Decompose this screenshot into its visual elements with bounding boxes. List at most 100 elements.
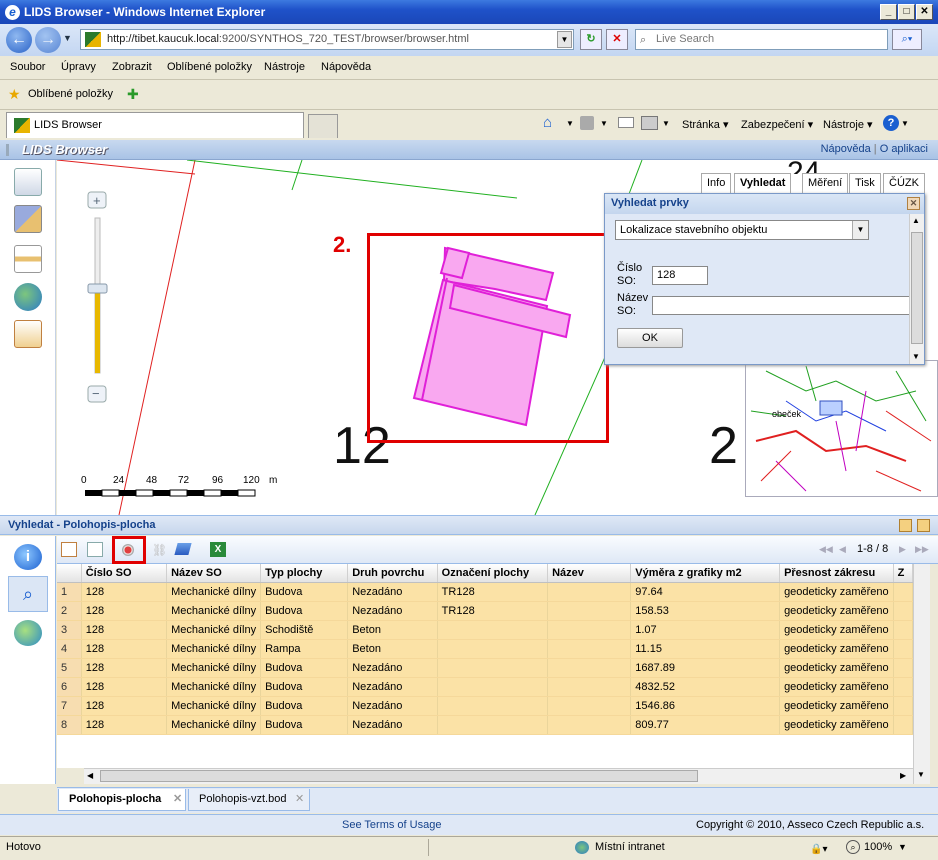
next-page-icon[interactable]: ▶ [899, 544, 906, 555]
column-header[interactable]: Označení plochy [437, 564, 549, 583]
grid-scroll-left-icon[interactable]: ◀ [87, 771, 93, 780]
forward-button[interactable]: → [35, 27, 61, 53]
help-dropdown-icon[interactable]: ▼ [901, 119, 909, 128]
ok-button[interactable]: OK [617, 328, 683, 348]
mail-icon[interactable] [618, 117, 634, 128]
world-tool-icon[interactable] [14, 620, 42, 646]
edit-tool-icon[interactable] [14, 205, 42, 233]
scroll-down-icon[interactable]: ▼ [912, 352, 920, 361]
detail-view-icon[interactable] [87, 542, 103, 557]
panel-maximize-icon[interactable] [917, 519, 930, 532]
dialog-close-icon[interactable]: ✕ [907, 197, 920, 210]
refresh-icon[interactable]: ↻ [580, 29, 602, 50]
print-icon[interactable] [641, 116, 658, 130]
result-tab-vztbod[interactable]: Polohopis-vzt.bod ✕ [188, 789, 310, 811]
scroll-up-icon[interactable]: ▲ [912, 216, 920, 225]
column-header[interactable]: Číslo SO [81, 564, 168, 583]
table-row[interactable]: 2 128 Mechanické dílny Budova Nezadáno TR128 1… [57, 601, 913, 621]
zoom-level[interactable]: 100% [864, 837, 892, 857]
close-tab-icon[interactable]: ✕ [295, 789, 304, 809]
dialog-scrollbar[interactable]: ▲ ▼ [909, 214, 924, 364]
minimize-button[interactable]: _ [880, 4, 897, 20]
layers-icon[interactable] [14, 168, 42, 196]
tab-mereni[interactable]: Měření [802, 173, 849, 194]
zoom-icon[interactable]: ⌕ [846, 840, 860, 854]
nazev-so-input[interactable] [652, 296, 910, 315]
help-icon[interactable]: ? [883, 115, 899, 131]
home-dropdown-icon[interactable]: ▼ [566, 119, 574, 128]
tab-vyhledat[interactable]: Vyhledat [734, 173, 792, 194]
favorites-label[interactable]: Oblíbené položky [28, 88, 113, 100]
print-tool-icon[interactable] [14, 245, 42, 273]
table-row[interactable]: 1 128 Mechanické dílny Budova Nezadáno TR128 9… [57, 582, 913, 602]
page-menu[interactable]: Stránka ▾ [682, 118, 729, 131]
column-header[interactable]: Druh povrchu [347, 564, 438, 583]
grid-scroll-right-icon[interactable]: ▶ [900, 771, 906, 780]
tab-tisk[interactable]: Tisk [849, 173, 881, 194]
close-window-button[interactable]: ✕ [916, 4, 933, 20]
back-button[interactable]: ← [6, 27, 32, 53]
excel-export-icon[interactable]: X [210, 542, 226, 557]
cislo-so-input[interactable]: 128 [652, 266, 708, 285]
checklist-tool-icon[interactable] [14, 320, 42, 348]
feeds-dropdown-icon[interactable]: ▼ [600, 119, 608, 128]
feeds-icon[interactable] [580, 116, 594, 130]
search-input[interactable]: ⌕ Live Search [635, 29, 888, 50]
menu-napoveda[interactable]: Nápověda [321, 61, 371, 73]
column-header[interactable]: Název [547, 564, 632, 583]
menu-upravy[interactable]: Úpravy [61, 61, 96, 73]
protected-mode-icon[interactable]: 🔒▾ [810, 840, 827, 860]
search-tool-icon[interactable]: ⌕ [8, 576, 48, 612]
table-row[interactable]: 5 128 Mechanické dílny Budova Nezadáno 1687.8… [57, 658, 913, 678]
new-tab-button[interactable] [308, 114, 338, 138]
table-row[interactable]: 7 128 Mechanické dílny Budova Nezadáno 1546.8… [57, 696, 913, 716]
grid-horizontal-scrollbar[interactable]: ◀ ▶ [84, 768, 913, 784]
browser-tab-lids[interactable]: LIDS Browser [6, 112, 304, 138]
column-header[interactable] [57, 564, 82, 583]
maximize-button[interactable]: □ [898, 4, 915, 20]
search-button[interactable]: ⌕▾ [892, 29, 922, 50]
column-header[interactable]: Z [893, 564, 913, 583]
link-icon[interactable]: ⛓ [152, 543, 167, 557]
history-dropdown-icon[interactable]: ▼ [63, 33, 72, 43]
table-row[interactable]: 8 128 Mechanické dílny Budova Nezadáno 809.77… [57, 715, 913, 735]
column-header[interactable]: Název SO [166, 564, 262, 583]
grid-scroll-thumb[interactable] [100, 770, 698, 782]
first-page-icon[interactable]: ◀◀ [819, 544, 833, 555]
tools-menu[interactable]: Nástroje ▾ [823, 118, 873, 131]
table-row[interactable]: 6 128 Mechanické dílny Budova Nezadáno 4832.5… [57, 677, 913, 697]
prev-page-icon[interactable]: ◀ [839, 544, 846, 555]
favorites-star-icon[interactable]: ★ [8, 86, 21, 103]
menu-nastroje[interactable]: Nástroje [264, 61, 305, 73]
security-menu[interactable]: Zabezpečení ▾ [741, 118, 813, 131]
tab-cuzk[interactable]: ČÚZK [883, 173, 925, 194]
address-field[interactable]: http://tibet.kaucuk.local:9200/SYNTHOS_7… [80, 29, 574, 50]
stop-icon[interactable]: ✕ [606, 29, 628, 50]
column-header[interactable]: Typ plochy [260, 564, 349, 583]
results-grid[interactable]: Číslo SO Název SO Typ plochy Druh povrchu Oz… [57, 564, 913, 768]
table-row[interactable]: 4 128 Mechanické dílny Rampa Beton 11.15 geode… [57, 639, 913, 659]
grid-view-icon[interactable] [61, 542, 77, 557]
select-dropdown-icon[interactable]: ▼ [852, 221, 868, 239]
menu-zobrazit[interactable]: Zobrazit [112, 61, 152, 73]
close-tab-icon[interactable]: ✕ [173, 789, 182, 809]
about-link[interactable]: O aplikaci [880, 143, 928, 155]
column-header[interactable]: Přesnost zákresu [779, 564, 894, 583]
globe-tool-icon[interactable] [14, 283, 42, 311]
address-dropdown-icon[interactable]: ▼ [557, 31, 572, 48]
add-favorite-icon[interactable]: ✚ [127, 86, 139, 103]
grid-scroll-down-icon[interactable]: ▼ [917, 770, 925, 779]
home-icon[interactable]: ⌂ [543, 114, 552, 131]
zoom-slider[interactable]: + − [87, 191, 108, 403]
panel-minimize-icon[interactable] [899, 519, 912, 532]
info-tool-icon[interactable]: i [14, 544, 42, 570]
grid-vertical-scrollbar[interactable]: ▼ [913, 564, 930, 784]
scroll-thumb[interactable] [911, 232, 923, 344]
column-header[interactable]: Výměra z grafiky m2 [630, 564, 781, 583]
tab-info[interactable]: Info [701, 173, 732, 194]
menu-soubor[interactable]: Soubor [10, 61, 45, 73]
menu-oblibene[interactable]: Oblíbené položky [167, 61, 252, 73]
search-type-select[interactable]: Lokalizace stavebního objektu ▼ [615, 220, 869, 240]
terms-link[interactable]: See Terms of Usage [342, 815, 441, 835]
result-tab-plocha[interactable]: Polohopis-plocha ✕ [58, 789, 186, 811]
